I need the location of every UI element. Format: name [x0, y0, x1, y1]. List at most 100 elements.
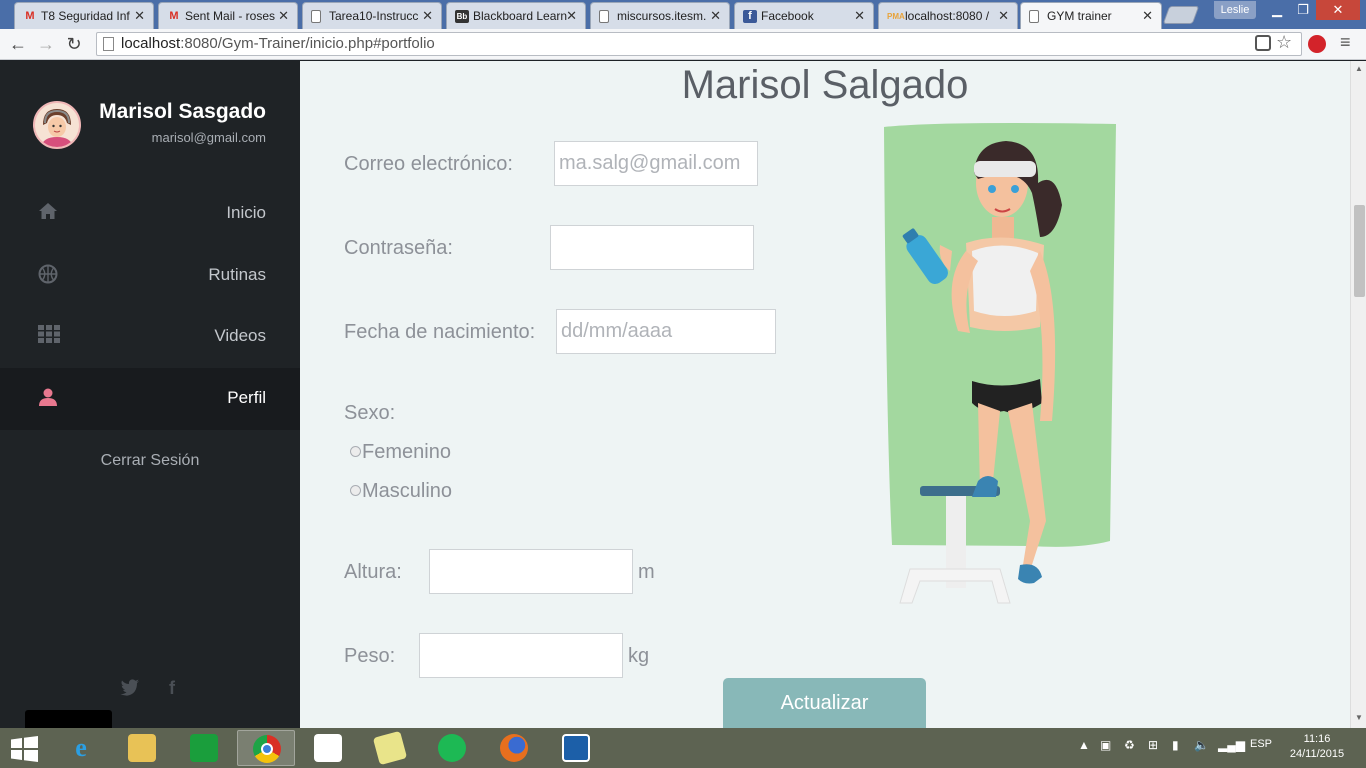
browser-tabstrip: M T8 Seguridad Inf ✕ M Sent Mail - roses… — [0, 0, 1366, 29]
sidebar-item-rutinas[interactable]: Rutinas — [0, 245, 300, 307]
email-label: Correo electrónico: — [344, 153, 513, 175]
page-icon — [1029, 10, 1039, 23]
battery-icon[interactable]: ▮ — [1172, 738, 1179, 752]
page-title: Marisol Salgado — [681, 63, 969, 107]
radio-button[interactable] — [350, 445, 361, 457]
system-clock[interactable]: 11:16 24/11/2015 — [1288, 732, 1346, 762]
sidebar-item-label: Rutinas — [208, 265, 266, 284]
code-icon[interactable] — [547, 730, 605, 766]
grid-icon — [38, 325, 60, 345]
sidebar-item-label: Inicio — [226, 203, 266, 222]
reload-icon[interactable]: ↻ — [62, 32, 86, 56]
page-icon — [599, 10, 609, 23]
radio-label: Femenino — [362, 441, 451, 463]
twitter-icon[interactable] — [119, 678, 141, 700]
birthdate-label: Fecha de nacimiento: — [344, 321, 536, 343]
browser-tab[interactable]: Tarea10-Instrucc ✕ — [302, 2, 442, 29]
user-icon — [38, 387, 58, 407]
internet-explorer-icon[interactable]: e — [52, 730, 110, 766]
profile-badge[interactable]: Leslie — [1214, 1, 1256, 19]
logout-link[interactable]: Cerrar Sesión — [0, 452, 300, 470]
url-path: :8080/Gym-Trainer/inicio.php#portfolio — [180, 35, 435, 52]
user-email: marisol@gmail.com — [151, 130, 266, 145]
gmail-icon: M — [169, 10, 179, 22]
weight-field[interactable] — [419, 633, 623, 678]
close-tab-icon[interactable]: ✕ — [854, 8, 865, 24]
close-tab-icon[interactable]: ✕ — [998, 8, 1009, 24]
height-label: Altura: — [344, 561, 402, 583]
close-tab-icon[interactable]: ✕ — [710, 8, 721, 24]
network-icon[interactable]: ▣ — [1100, 738, 1111, 752]
browser-tab[interactable]: PMA localhost:8080 / ✕ — [878, 2, 1018, 29]
close-tab-icon[interactable]: ✕ — [278, 8, 289, 24]
radio-masculino[interactable]: Masculino — [350, 480, 452, 503]
fitness-woman-illustration — [884, 123, 1116, 604]
sidebar-item-perfil[interactable]: Perfil — [0, 368, 300, 430]
show-hidden-icons[interactable]: ▲ — [1078, 738, 1090, 752]
sync-icon[interactable]: ♻ — [1124, 738, 1135, 752]
browser-tab[interactable]: f Facebook ✕ — [734, 2, 874, 29]
weight-label: Peso: — [344, 645, 396, 667]
close-window-icon[interactable]: ✕ — [1316, 0, 1360, 20]
minimize-icon[interactable]: ▁ — [1264, 0, 1290, 20]
close-tab-icon[interactable]: ✕ — [1142, 8, 1153, 24]
height-field[interactable] — [429, 549, 633, 594]
browser-tab[interactable]: Bb Blackboard Learn ✕ — [446, 2, 586, 29]
browser-tab[interactable]: miscursos.itesm. ✕ — [590, 2, 730, 29]
new-tab-button[interactable] — [1162, 6, 1200, 24]
file-explorer-icon[interactable] — [113, 730, 171, 766]
address-bar[interactable]: localhost:8080/Gym-Trainer/inicio.php#po… — [96, 32, 1302, 56]
page-icon — [311, 10, 321, 23]
facebook-icon: f — [743, 10, 757, 23]
sidebar-item-inicio[interactable]: Inicio — [0, 183, 300, 245]
firefox-icon[interactable] — [485, 730, 543, 766]
page-scrollbar[interactable]: ▲ ▼ — [1350, 61, 1366, 728]
radio-label: Masculino — [362, 480, 453, 502]
menu-icon[interactable]: ≡ — [1340, 32, 1360, 52]
scrollbar-thumb[interactable] — [1354, 205, 1365, 297]
close-tab-icon[interactable]: ✕ — [134, 8, 145, 24]
scroll-down-icon[interactable]: ▼ — [1351, 713, 1366, 722]
page-icon — [103, 37, 114, 51]
close-tab-icon[interactable]: ✕ — [422, 8, 433, 24]
phpmyadmin-icon: PMA — [887, 12, 905, 21]
language-indicator[interactable]: ESP — [1250, 738, 1272, 750]
height-unit: m — [638, 561, 655, 583]
avatar — [33, 101, 81, 149]
avatar-illustration — [35, 103, 79, 147]
url-host: localhost — [121, 35, 181, 52]
chrome-icon[interactable] — [237, 730, 295, 766]
forward-arrow-icon[interactable]: → — [34, 32, 58, 56]
blackboard-icon: Bb — [455, 10, 469, 23]
browser-tab[interactable]: M T8 Seguridad Inf ✕ — [14, 2, 154, 29]
scroll-up-icon[interactable]: ▲ — [1351, 64, 1366, 73]
clock-time: 11:16 — [1303, 733, 1331, 745]
windows-icon[interactable]: ⊞ — [1148, 738, 1158, 752]
extension-icon[interactable] — [1255, 35, 1271, 51]
browser-tab-active[interactable]: GYM trainer ✕ — [1020, 2, 1162, 29]
restore-icon[interactable]: ❐ — [1290, 0, 1316, 20]
browser-toolbar: ← → ↻ localhost:8080/Gym-Trainer/inicio.… — [0, 29, 1366, 60]
update-button[interactable]: Actualizar — [723, 678, 926, 728]
email-field[interactable] — [554, 141, 758, 186]
adblock-icon[interactable] — [1308, 35, 1326, 53]
apps-grid-icon[interactable] — [299, 730, 357, 766]
status-bar-fragment — [25, 710, 112, 728]
star-icon[interactable]: ☆ — [1276, 32, 1296, 52]
signal-icon[interactable]: ▂▄▆ — [1218, 738, 1245, 752]
browser-tab[interactable]: M Sent Mail - roses ✕ — [158, 2, 298, 29]
facebook-icon[interactable]: f — [161, 678, 183, 700]
back-arrow-icon[interactable]: ← — [6, 32, 30, 56]
windows-start-icon[interactable] — [0, 730, 50, 766]
radio-femenino[interactable]: Femenino — [350, 441, 451, 464]
store-icon[interactable] — [175, 730, 233, 766]
password-field[interactable] — [550, 225, 754, 270]
close-tab-icon[interactable]: ✕ — [566, 8, 577, 24]
spotify-icon[interactable] — [423, 730, 481, 766]
sticky-notes-icon[interactable] — [361, 730, 419, 766]
sidebar-item-videos[interactable]: Videos — [0, 306, 300, 368]
volume-icon[interactable]: 🔈 — [1194, 738, 1209, 752]
radio-button[interactable] — [350, 484, 361, 496]
gmail-icon: M — [25, 10, 35, 22]
birthdate-field[interactable] — [556, 309, 776, 354]
